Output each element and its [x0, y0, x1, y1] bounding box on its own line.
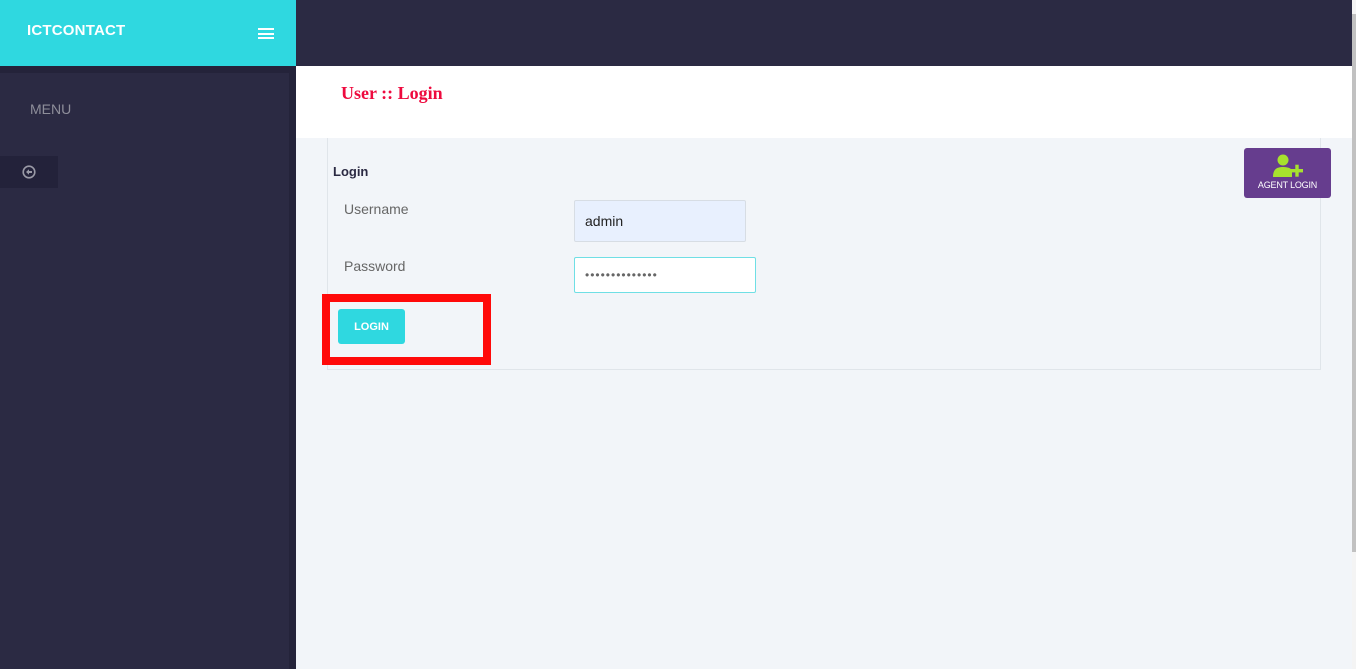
- collapse-sidebar-button[interactable]: [0, 156, 58, 188]
- agent-login-label: AGENT LOGIN: [1257, 180, 1318, 190]
- page-title: User :: Login: [341, 83, 443, 103]
- password-label: Password: [344, 258, 406, 274]
- login-panel: Login Username Password LOGIN: [327, 138, 1321, 370]
- arrow-circle-left-icon: [22, 165, 36, 179]
- panel-title: Login: [333, 164, 369, 179]
- brand-title[interactable]: ICTCONTACT: [27, 22, 125, 39]
- sidebar: ICTCONTACT MENU: [0, 0, 296, 669]
- top-navbar: [296, 0, 1352, 66]
- password-input[interactable]: [574, 257, 756, 293]
- hamburger-icon[interactable]: [258, 28, 274, 39]
- menu-label: MENU: [30, 101, 72, 117]
- login-button[interactable]: LOGIN: [338, 309, 405, 344]
- page-header: User :: Login: [296, 66, 1352, 138]
- agent-login-button[interactable]: AGENT LOGIN: [1244, 148, 1331, 198]
- username-input[interactable]: [574, 200, 746, 242]
- main-content: Login Username Password LOGIN: [296, 138, 1352, 669]
- sidebar-menu: MENU: [0, 73, 289, 669]
- username-label: Username: [344, 201, 409, 217]
- brand-bar: ICTCONTACT: [0, 0, 296, 66]
- user-plus-icon: [1272, 154, 1303, 177]
- scrollbar-thumb[interactable]: [1352, 14, 1356, 552]
